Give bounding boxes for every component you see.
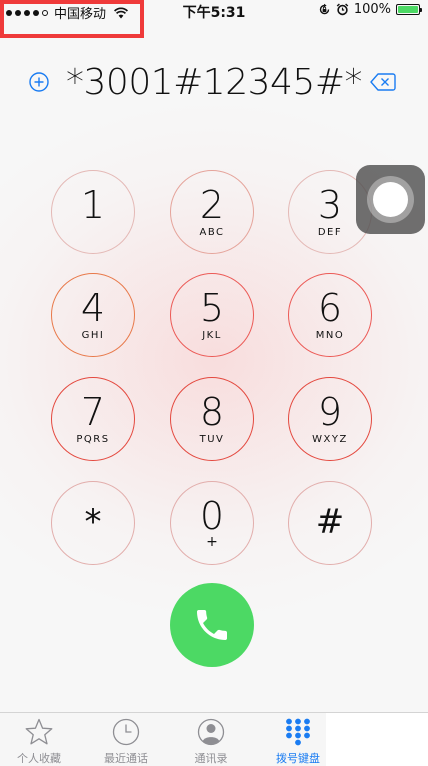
key-digit: 0 (199, 494, 225, 538)
key-6[interactable]: 6 MNO (288, 273, 372, 357)
key-hash[interactable]: # (288, 481, 372, 565)
key-digit: 4 (80, 286, 106, 330)
key-letters: TUV (199, 434, 225, 445)
key-letters: GHI (81, 330, 105, 341)
clock-icon (112, 718, 140, 746)
tab-favorites[interactable]: 个人收藏 (0, 713, 82, 766)
battery-percent: 100% (353, 2, 391, 17)
key-digit: * (84, 502, 102, 542)
key-digit: 6 (317, 286, 343, 330)
key-5[interactable]: 5 JKL (170, 273, 254, 357)
tab-bar-blank-area (326, 713, 428, 766)
key-digit: 1 (80, 183, 106, 227)
key-digit: 2 (199, 183, 225, 227)
phone-dialer-screen: 中国移动 下午5:31 100% *3001#12345#* 1 2 ABC 3… (0, 0, 428, 766)
key-7[interactable]: 7 PQRS (51, 377, 135, 461)
tab-bar: 个人收藏 最近通话 通讯录 拨号键盘 (0, 712, 428, 766)
tab-label: 最近通话 (104, 752, 148, 765)
status-right: 100% (318, 2, 422, 17)
key-digit: 8 (199, 390, 225, 434)
star-icon (25, 718, 53, 745)
tab-recents[interactable]: 最近通话 (83, 713, 169, 766)
status-bar: 中国移动 下午5:31 100% (0, 0, 428, 38)
backspace-icon[interactable] (370, 72, 396, 92)
key-1[interactable]: 1 (51, 170, 135, 254)
dialed-number: *3001#12345#* (66, 62, 362, 103)
contacts-icon (197, 718, 225, 746)
key-letters: ABC (199, 227, 225, 238)
key-digit: 5 (199, 286, 225, 330)
rotation-lock-icon (319, 3, 330, 15)
key-digit: 9 (317, 390, 343, 434)
key-9[interactable]: 9 WXYZ (288, 377, 372, 461)
key-2[interactable]: 2 ABC (170, 170, 254, 254)
call-button[interactable] (170, 583, 254, 667)
key-digit: # (315, 502, 345, 542)
key-letters: MNO (315, 330, 345, 341)
key-letters: PQRS (76, 434, 110, 445)
tab-label: 个人收藏 (17, 752, 61, 765)
key-letters: JKL (202, 330, 222, 341)
key-digit: 7 (80, 390, 106, 434)
key-8[interactable]: 8 TUV (170, 377, 254, 461)
phone-icon (197, 610, 227, 640)
plus-circle-icon[interactable] (29, 72, 49, 92)
tab-contacts[interactable]: 通讯录 (168, 713, 254, 766)
tab-label: 通讯录 (194, 752, 228, 765)
alarm-icon (336, 3, 349, 16)
assistive-touch-core (373, 182, 408, 217)
battery-icon (396, 4, 422, 15)
key-letters: + (206, 534, 218, 550)
key-4[interactable]: 4 GHI (51, 273, 135, 357)
key-0[interactable]: 0 + (170, 481, 254, 565)
key-letters: WXYZ (312, 434, 348, 445)
keypad-icon (286, 718, 310, 746)
assistive-touch-button[interactable] (356, 165, 425, 234)
key-star[interactable]: * (51, 481, 135, 565)
battery-fill (398, 6, 418, 13)
number-display-row: *3001#12345#* (0, 58, 428, 110)
